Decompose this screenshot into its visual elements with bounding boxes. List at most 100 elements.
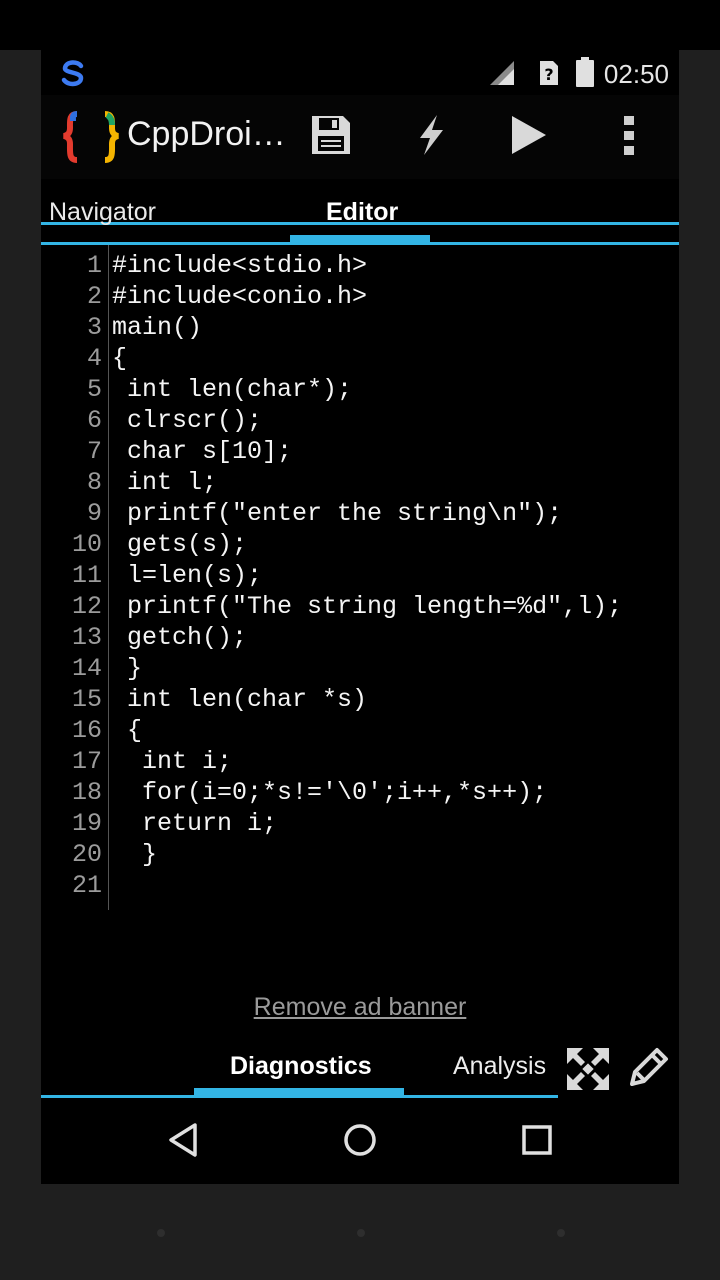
- svg-text:?: ?: [544, 65, 553, 84]
- code-line[interactable]: 20 }: [41, 840, 679, 871]
- code-line[interactable]: 17 int i;: [41, 747, 679, 778]
- system-nav-bar: [41, 1100, 679, 1184]
- line-number: 15: [71, 685, 102, 714]
- code-text[interactable]: {: [112, 716, 142, 745]
- code-editor[interactable]: 1 #include<stdio.h> 2 #include<conio.h> 3 mai…: [41, 245, 679, 965]
- line-number: 4: [86, 344, 102, 373]
- code-text[interactable]: }: [112, 654, 142, 683]
- code-line[interactable]: 18 for(i=0;*s!='\0';i++,*s++);: [41, 778, 679, 809]
- line-number: 10: [71, 530, 102, 559]
- code-text[interactable]: printf("enter the string\n");: [112, 499, 562, 528]
- line-number: 16: [71, 716, 102, 745]
- line-number: 20: [71, 840, 102, 869]
- code-text[interactable]: #include<stdio.h>: [112, 251, 367, 280]
- cell-signal-icon: [488, 60, 516, 90]
- tab-editor[interactable]: Editor: [326, 198, 398, 227]
- home-icon: [342, 1122, 378, 1162]
- code-text[interactable]: gets(s);: [112, 530, 247, 559]
- code-text[interactable]: int len(char *s): [112, 685, 367, 714]
- save-icon: [310, 114, 352, 160]
- bezel-dot: [157, 1229, 165, 1237]
- app-screen: ? 02:50 CppDroi… Navigator Editor 1 #inc…: [41, 50, 679, 1184]
- sync-s-icon: [58, 58, 88, 92]
- action-bar: CppDroi…: [41, 95, 679, 225]
- line-number: 6: [86, 406, 102, 435]
- code-line[interactable]: 13 getch();: [41, 623, 679, 654]
- line-number: 18: [71, 778, 102, 807]
- code-line[interactable]: 2 #include<conio.h>: [41, 282, 679, 313]
- code-text[interactable]: char s[10];: [112, 437, 292, 466]
- line-number: 14: [71, 654, 102, 683]
- line-number: 2: [86, 282, 102, 311]
- code-line[interactable]: 7 char s[10];: [41, 437, 679, 468]
- code-text[interactable]: #include<conio.h>: [112, 282, 367, 311]
- bezel-dot: [557, 1229, 565, 1237]
- play-icon: [510, 115, 548, 159]
- build-button[interactable]: [403, 109, 459, 165]
- code-text[interactable]: int i;: [112, 747, 232, 776]
- recents-icon: [521, 1124, 553, 1160]
- line-number: 13: [71, 623, 102, 652]
- recents-button[interactable]: [515, 1120, 559, 1164]
- save-button[interactable]: [303, 109, 359, 165]
- code-line[interactable]: 9 printf("enter the string\n");: [41, 499, 679, 530]
- overflow-menu-button[interactable]: [601, 109, 657, 165]
- code-text[interactable]: int len(char*);: [112, 375, 352, 404]
- code-line[interactable]: 14 }: [41, 654, 679, 685]
- tab-indicator: [290, 235, 430, 242]
- code-line[interactable]: 16 {: [41, 716, 679, 747]
- expand-icon[interactable]: [565, 1046, 611, 1096]
- code-line[interactable]: 15 int len(char *s): [41, 685, 679, 716]
- code-line[interactable]: 10 gets(s);: [41, 530, 679, 561]
- code-line[interactable]: 21: [41, 871, 679, 902]
- tab-diagnostics[interactable]: Diagnostics: [230, 1052, 372, 1081]
- status-time: 02:50: [603, 59, 669, 89]
- remove-ad-link[interactable]: Remove ad banner: [41, 993, 679, 1022]
- status-bar: ? 02:50: [41, 50, 679, 95]
- app-title: CppDroi…: [127, 115, 286, 153]
- overflow-menu-icon: [623, 115, 635, 159]
- line-number: 19: [71, 809, 102, 838]
- line-number: 8: [86, 468, 102, 497]
- battery-icon: [576, 57, 594, 91]
- code-line[interactable]: 11 l=len(s);: [41, 561, 679, 592]
- home-button[interactable]: [338, 1120, 382, 1164]
- back-button[interactable]: [161, 1120, 205, 1164]
- line-number: 1: [86, 251, 102, 280]
- code-text[interactable]: {: [112, 344, 127, 373]
- back-icon: [167, 1122, 199, 1162]
- pencil-icon[interactable]: [626, 1044, 672, 1094]
- line-number: 3: [86, 313, 102, 342]
- code-line[interactable]: 8 int l;: [41, 468, 679, 499]
- braces-logo-icon[interactable]: [61, 111, 121, 167]
- code-text[interactable]: return i;: [112, 809, 277, 838]
- code-text[interactable]: main(): [112, 313, 202, 342]
- tab-analysis[interactable]: Analysis: [453, 1052, 546, 1081]
- run-button[interactable]: [501, 109, 557, 165]
- code-line[interactable]: 3 main(): [41, 313, 679, 344]
- sim-unknown-icon: ?: [538, 59, 560, 91]
- code-text[interactable]: for(i=0;*s!='\0';i++,*s++);: [112, 778, 547, 807]
- tab-navigator[interactable]: Navigator: [49, 198, 156, 227]
- code-line[interactable]: 12 printf("The string length=%d",l);: [41, 592, 679, 623]
- line-number: 9: [86, 499, 102, 528]
- code-text[interactable]: int l;: [112, 468, 217, 497]
- code-line[interactable]: 19 return i;: [41, 809, 679, 840]
- code-text[interactable]: getch();: [112, 623, 247, 652]
- code-text[interactable]: }: [112, 840, 157, 869]
- bezel-dot: [357, 1229, 365, 1237]
- code-line[interactable]: 6 clrscr();: [41, 406, 679, 437]
- line-number: 12: [71, 592, 102, 621]
- code-text[interactable]: l=len(s);: [112, 561, 262, 590]
- line-number: 7: [86, 437, 102, 466]
- code-line[interactable]: 1 #include<stdio.h>: [41, 251, 679, 282]
- code-line[interactable]: 4{: [41, 344, 679, 375]
- line-number: 17: [71, 747, 102, 776]
- code-text[interactable]: printf("The string length=%d",l);: [112, 592, 622, 621]
- code-line[interactable]: 5 int len(char*);: [41, 375, 679, 406]
- line-number: 5: [86, 375, 102, 404]
- code-text[interactable]: clrscr();: [112, 406, 262, 435]
- bottom-tab-underline: [41, 1095, 558, 1098]
- line-number: 21: [71, 871, 102, 900]
- device-frame-right: [679, 50, 720, 1184]
